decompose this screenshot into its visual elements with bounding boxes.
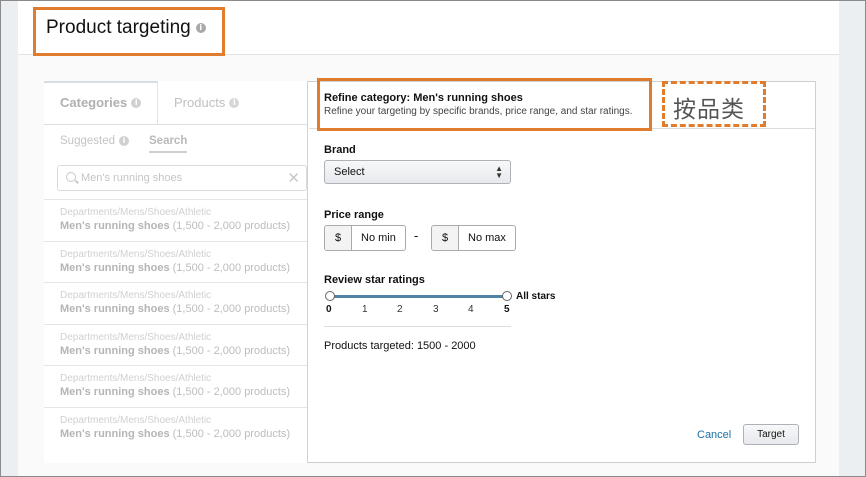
subtab-suggested-label: Suggested xyxy=(60,135,115,147)
rating-value-label: All stars xyxy=(516,291,556,302)
price-separator: - xyxy=(414,228,419,243)
result-count: (1,500 - 2,000 products) xyxy=(172,220,291,232)
result-path: Departments/Mens/Shoes/Athletic xyxy=(60,207,212,218)
price-max-field[interactable]: $ No max xyxy=(431,225,516,251)
list-item[interactable]: Departments/Mens/Shoes/Athletic Men's ru… xyxy=(44,199,307,241)
tab-bar: Categories i Products i xyxy=(44,81,307,125)
subtab-search-label: Search xyxy=(149,135,188,147)
rating-tick: 1 xyxy=(362,304,368,315)
result-path: Departments/Mens/Shoes/Athletic xyxy=(60,373,212,384)
result-name: Men's running shoes (1,500 - 2,000 produ… xyxy=(60,261,307,275)
rating-slider-track[interactable] xyxy=(329,295,507,298)
subtab-suggested[interactable]: Suggested i xyxy=(60,135,129,147)
price-range-label: Price range xyxy=(324,209,384,221)
result-count: (1,500 - 2,000 products) xyxy=(172,303,291,315)
tab-divider xyxy=(157,81,158,125)
tab-active-indicator xyxy=(44,81,157,83)
list-item[interactable]: Departments/Mens/Shoes/Athletic Men's ru… xyxy=(44,323,307,366)
right-gutter xyxy=(839,1,865,476)
rating-tick: 4 xyxy=(468,304,474,315)
result-path: Departments/Mens/Shoes/Athletic xyxy=(60,290,212,301)
result-name-bold: Men's running shoes xyxy=(60,344,170,357)
list-item[interactable]: Departments/Mens/Shoes/Athletic Men's ru… xyxy=(44,406,307,449)
result-count: (1,500 - 2,000 products) xyxy=(172,261,291,274)
price-max-input[interactable]: No max xyxy=(459,226,515,250)
category-search-input[interactable]: Men's running shoes ✕ xyxy=(57,165,307,191)
currency-prefix: $ xyxy=(325,226,352,250)
updown-arrow-icon: ▲ ▼ xyxy=(495,164,503,180)
divider xyxy=(324,326,511,327)
tab-categories[interactable]: Categories i xyxy=(60,95,142,110)
result-name-bold: Men's running shoes xyxy=(60,303,170,315)
currency-prefix: $ xyxy=(432,226,459,250)
result-path: Departments/Mens/Shoes/Athletic xyxy=(60,331,212,343)
result-path: Departments/Mens/Shoes/Athletic xyxy=(60,248,212,260)
result-name: Men's running shoes (1,500 - 2,000 produ… xyxy=(60,219,307,233)
products-targeted-text: Products targeted: 1500 - 2000 xyxy=(324,340,476,352)
search-input-value: Men's running shoes xyxy=(81,172,183,184)
rating-tick: 5 xyxy=(504,304,510,315)
refine-highlight-box xyxy=(317,78,652,131)
info-icon[interactable]: i xyxy=(195,23,206,33)
refine-subtitle: Refine your targeting by specific brands… xyxy=(324,106,633,117)
search-icon xyxy=(66,172,76,182)
rating-slider-max-handle[interactable] xyxy=(502,291,512,301)
search-results-list: Departments/Mens/Shoes/Athletic Men's ru… xyxy=(44,199,307,449)
rating-tick: 3 xyxy=(433,304,439,315)
result-name: Men's running shoes (1,500 - 2,000 produ… xyxy=(60,344,307,358)
result-name: Men's running shoes (1,500 - 2,000 produ… xyxy=(60,302,307,316)
rating-label: Review star ratings xyxy=(324,274,425,286)
refine-title: Refine category: Men's running shoes xyxy=(324,92,523,104)
brand-label: Brand xyxy=(324,144,356,156)
result-name-bold: Men's running shoes xyxy=(60,220,170,232)
tab-products[interactable]: Products i xyxy=(174,95,240,110)
tab-products-label: Products xyxy=(174,95,226,110)
page-title-text: Product targeting xyxy=(46,17,191,38)
target-button[interactable]: Target xyxy=(743,424,799,445)
info-icon[interactable]: i xyxy=(119,136,129,146)
rating-tick: 2 xyxy=(397,304,403,315)
info-icon[interactable]: i xyxy=(229,97,240,108)
price-min-input[interactable]: No min xyxy=(352,226,405,250)
result-count: (1,500 - 2,000 products) xyxy=(172,344,291,357)
list-item[interactable]: Departments/Mens/Shoes/Athletic Men's ru… xyxy=(44,365,307,407)
result-path: Departments/Mens/Shoes/Athletic xyxy=(60,414,212,426)
page-title: Product targeting i xyxy=(46,17,206,39)
result-name-bold: Men's running shoes xyxy=(60,261,170,274)
result-name: Men's running shoes (1,500 - 2,000 produ… xyxy=(60,385,307,399)
category-search-pane: Categories i Products i Suggested i Sear… xyxy=(44,81,308,463)
result-name: Men's running shoes (1,500 - 2,000 produ… xyxy=(60,427,307,441)
brand-select[interactable]: Select ▲ ▼ xyxy=(324,160,511,184)
annotation-label: 按品类 xyxy=(673,97,745,123)
left-gutter xyxy=(1,1,18,476)
subtab-search[interactable]: Search xyxy=(149,135,188,153)
cancel-button[interactable]: Cancel xyxy=(697,429,731,441)
info-icon[interactable]: i xyxy=(131,97,142,108)
result-count: (1,500 - 2,000 products) xyxy=(172,427,291,440)
result-name-bold: Men's running shoes xyxy=(60,386,170,398)
price-min-field[interactable]: $ No min xyxy=(324,225,406,251)
result-name-bold: Men's running shoes xyxy=(60,427,170,440)
rating-slider-min-handle[interactable] xyxy=(325,291,335,301)
list-item[interactable]: Departments/Mens/Shoes/Athletic Men's ru… xyxy=(44,282,307,324)
rating-tick: 0 xyxy=(326,304,332,315)
result-count: (1,500 - 2,000 products) xyxy=(172,386,291,398)
brand-select-value: Select xyxy=(334,166,365,178)
list-item[interactable]: Departments/Mens/Shoes/Athletic Men's ru… xyxy=(44,240,307,283)
clear-icon[interactable]: ✕ xyxy=(287,169,300,187)
tab-categories-label: Categories xyxy=(60,95,128,110)
